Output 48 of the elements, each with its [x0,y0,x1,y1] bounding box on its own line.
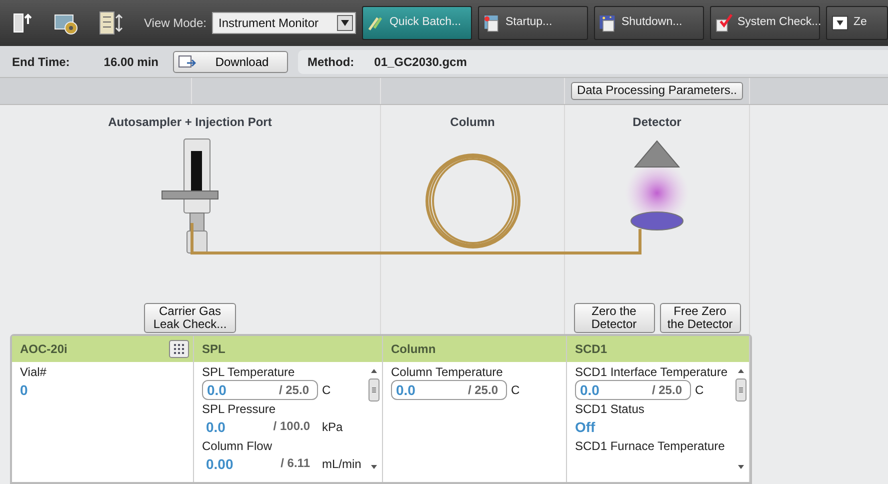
toolbar-button[interactable]: Startup... [478,6,588,40]
parameter-label: SCD1 Furnace Temperature [575,439,726,454]
panel-title: Column [391,341,436,358]
download-button[interactable]: Download [172,50,288,72]
parameter-label: Column Flow [202,439,274,454]
view-mode-label: View Mode: [144,15,206,32]
unit-label: C [322,382,331,399]
action-button[interactable]: Zero the Detector [574,302,654,333]
section-title: Autosampler + Injection Port [108,114,272,131]
value-field[interactable]: 0.0 / 25.0 [391,380,507,400]
parameter-label: SCD1 Interface Temperature [575,365,729,380]
parameter-label: Column Temperature [391,365,504,380]
toolbar-button[interactable]: System Check... [710,6,820,40]
section-title: Column [450,114,495,131]
download-icon [178,54,196,70]
value-field[interactable]: 0.0 / 25.0 [202,380,318,400]
unit-label: mL/min [322,456,362,473]
action-button[interactable]: Free Zero the Detector [660,302,740,333]
unit-label: C [511,382,520,399]
caret-icon [341,20,350,26]
check-icon [714,13,734,33]
setpoint-value: / 100.0 [273,418,310,434]
unit-label: kPa [322,419,343,436]
panel-title: SCD1 [575,341,608,358]
end-time-value: 16.00 min [104,54,158,70]
toolbar-button[interactable]: Ze [826,6,888,40]
section-title: Detector [632,114,682,131]
data-processing-button[interactable]: Data Processing Parameters.. [570,82,744,100]
parameter-value: 0.0 [206,418,226,436]
toolbar-button[interactable]: Shutdown... [594,6,704,40]
parameter-label: SPL Pressure [202,402,277,417]
method-name: 01_GC2030.gcm [374,54,467,70]
unit-label: C [695,382,704,399]
parameter-value: Off [575,418,596,436]
parameter-value: 0 [20,380,28,400]
end-time-label: End Time: [12,54,70,70]
action-button[interactable]: Carrier Gas Leak Check... [144,302,236,333]
parameter-label: SCD1 Status [575,402,646,417]
setpoint-value: / 6.11 [280,454,310,472]
parameter-label: SPL Temperature [202,365,296,380]
panel-title: AOC-20i [20,341,68,358]
panel-title: SPL [202,341,226,358]
grid-icon[interactable] [169,340,189,358]
value-field[interactable]: 0.0 / 25.0 [575,380,691,400]
parameter-value: 0.00 [206,454,234,474]
parameter-label: Vial# [20,365,48,380]
view-mode-dropdown[interactable]: Instrument Monitor [212,12,356,34]
method-label: Method: [308,54,354,70]
